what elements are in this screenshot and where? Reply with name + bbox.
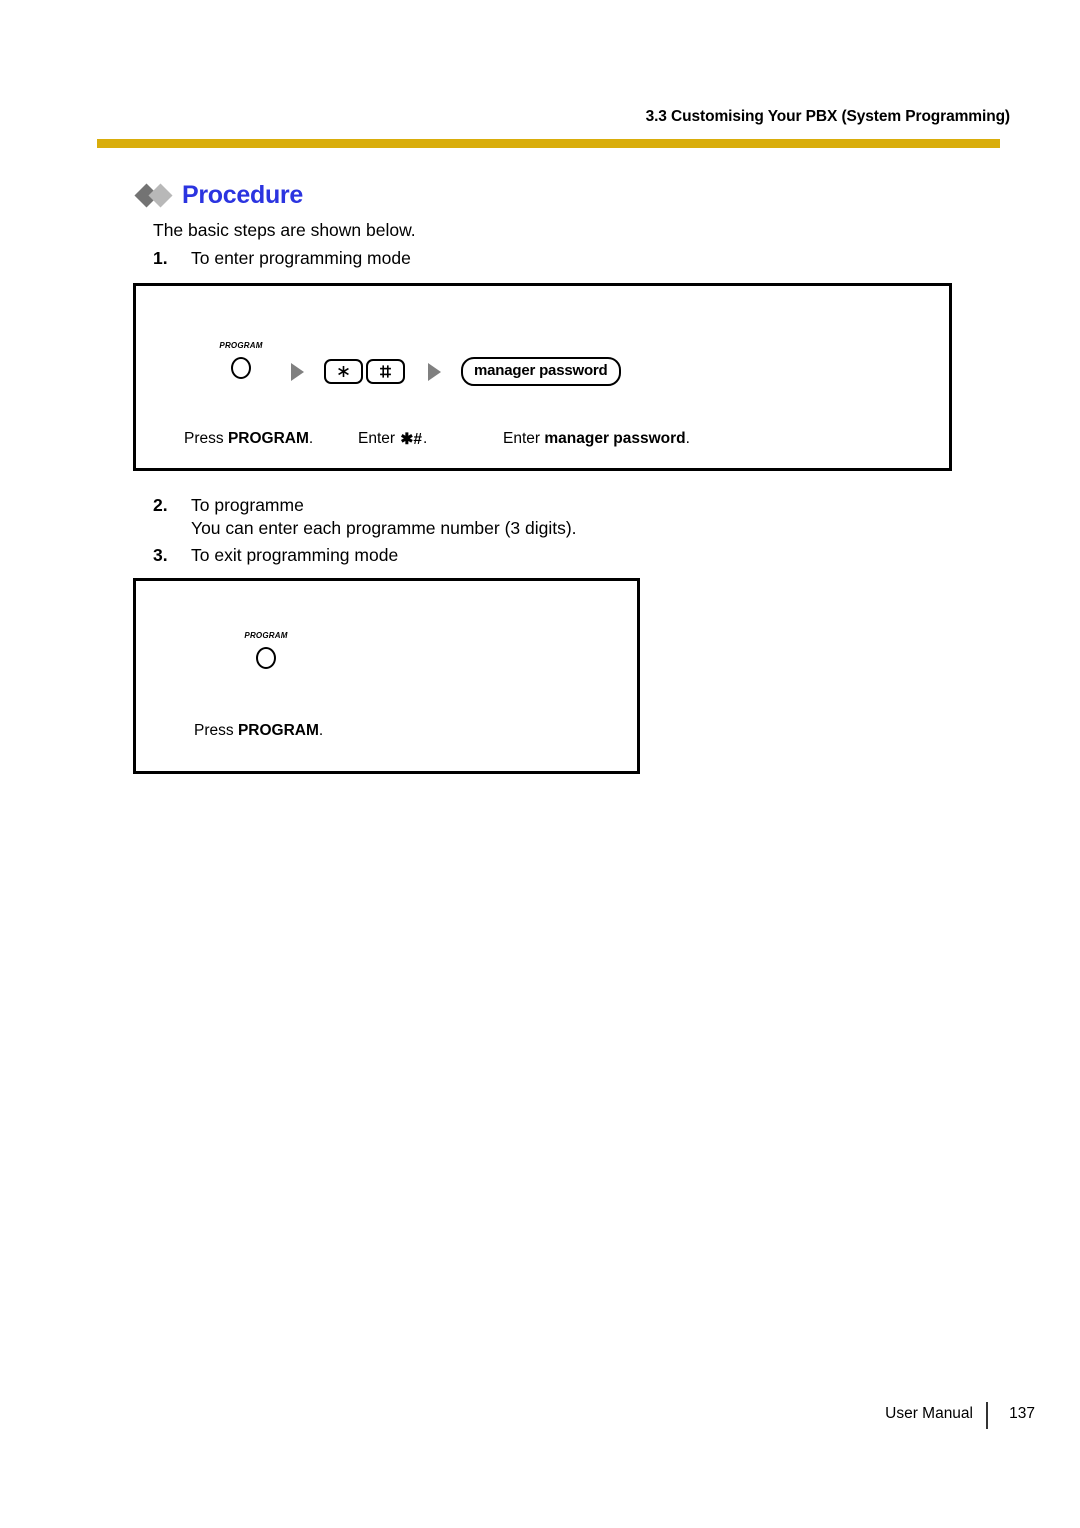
footer-document-label: User Manual bbox=[885, 1405, 973, 1422]
intro-text: The basic steps are shown below. bbox=[153, 220, 416, 240]
program-button-label: PROGRAM bbox=[244, 631, 288, 640]
step-label: To enter programming mode bbox=[191, 248, 411, 268]
caption-prefix: Press bbox=[194, 722, 238, 739]
page-title: Procedure bbox=[182, 180, 303, 209]
flow-arrow-icon-1 bbox=[291, 363, 304, 381]
diamond-light-icon bbox=[148, 182, 173, 208]
flow-arrow-icon-2 bbox=[428, 363, 441, 381]
manager-password-bubble: manager password bbox=[461, 356, 621, 386]
diagram-enter-programming-mode: PROGRAM manager password Press PROGRAM. … bbox=[133, 283, 952, 471]
footer-page-number: 137 bbox=[1009, 1405, 1035, 1422]
caption-suffix: . bbox=[422, 430, 428, 447]
header-section-title: 3.3 Customising Your PBX (System Program… bbox=[645, 108, 1011, 125]
diagram-exit-programming-mode: PROGRAM Press PROGRAM. bbox=[133, 578, 640, 774]
caption-enter-manager-password: Enter manager password. bbox=[503, 429, 690, 449]
step-number: 2. bbox=[153, 495, 168, 515]
procedure-heading: Procedure bbox=[134, 178, 303, 212]
star-hash-symbols: ✱# bbox=[400, 431, 422, 448]
program-button-label: PROGRAM bbox=[219, 341, 263, 350]
flow-sequence: PROGRAM bbox=[211, 341, 621, 387]
caption-prefix: Enter bbox=[358, 430, 400, 447]
caption-suffix: . bbox=[308, 430, 314, 447]
caption-press-program: Press PROGRAM. bbox=[194, 721, 323, 741]
caption-bold: PROGRAM bbox=[227, 430, 309, 447]
caption-prefix: Press bbox=[184, 430, 228, 447]
step-item-2-detail: You can enter each programme number (3 d… bbox=[191, 518, 577, 538]
circle-icon bbox=[256, 647, 276, 669]
step-label: To exit programming mode bbox=[191, 545, 399, 565]
step-item-2: 2. To programme bbox=[153, 493, 304, 518]
caption-suffix: . bbox=[685, 430, 690, 447]
caption-enter-star-hash: Enter ✱#. bbox=[358, 429, 427, 450]
step-item-1: 1. To enter programming mode bbox=[153, 246, 411, 271]
circle-icon bbox=[231, 357, 251, 379]
caption-prefix: Enter bbox=[503, 430, 545, 447]
page-footer: User Manual 137 bbox=[0, 1402, 1080, 1435]
program-button-icon[interactable]: PROGRAM bbox=[236, 631, 296, 677]
keypad-group bbox=[324, 358, 408, 384]
header-rule-divider bbox=[97, 139, 1000, 148]
program-button-icon[interactable]: PROGRAM bbox=[211, 341, 271, 387]
caption-suffix: . bbox=[318, 722, 324, 739]
step-number: 1. bbox=[153, 248, 168, 268]
step-item-3: 3. To exit programming mode bbox=[153, 543, 398, 568]
star-key-icon[interactable] bbox=[324, 358, 363, 384]
flow-sequence: PROGRAM bbox=[236, 631, 296, 677]
page-header: 3.3 Customising Your PBX (System Program… bbox=[0, 108, 1080, 138]
caption-bold: manager password bbox=[544, 430, 686, 447]
step-number: 3. bbox=[153, 545, 168, 565]
footer-divider bbox=[986, 1402, 988, 1429]
caption-press-program: Press PROGRAM. bbox=[184, 429, 313, 449]
hash-key-icon[interactable] bbox=[366, 358, 405, 384]
step-label: To programme bbox=[191, 495, 304, 515]
caption-bold: PROGRAM bbox=[237, 722, 319, 739]
